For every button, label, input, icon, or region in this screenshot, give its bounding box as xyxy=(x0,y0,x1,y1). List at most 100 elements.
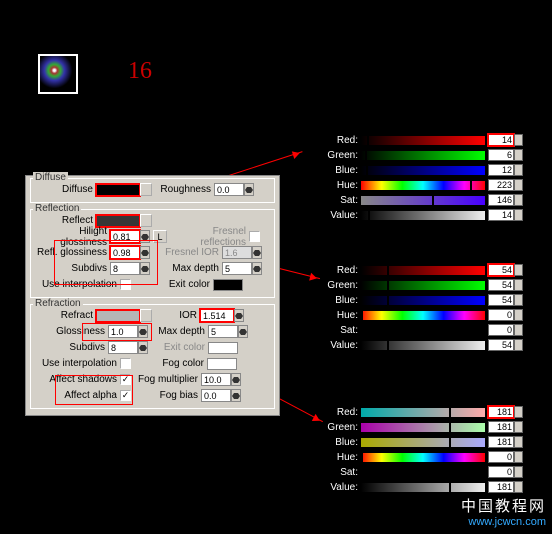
picker-value[interactable]: 54 xyxy=(488,294,514,306)
rgloss-input[interactable]: 0.98 xyxy=(110,246,140,259)
picker-slider[interactable] xyxy=(360,210,486,221)
useint2-checkbox[interactable] xyxy=(120,358,131,369)
picker-value[interactable]: 54 xyxy=(488,339,514,351)
picker-value[interactable]: 223 xyxy=(488,179,514,191)
picker-spinner[interactable] xyxy=(514,194,523,206)
picker-spinner[interactable] xyxy=(514,339,523,351)
diffuse-swatch[interactable] xyxy=(96,184,140,196)
picker-spinner[interactable] xyxy=(514,179,523,191)
picker-spinner[interactable] xyxy=(514,149,523,161)
fresnel-checkbox[interactable] xyxy=(249,231,260,242)
picker-slider[interactable] xyxy=(360,135,486,146)
picker-slider[interactable] xyxy=(360,437,486,448)
picker-slider[interactable] xyxy=(360,180,486,191)
picker-value[interactable]: 12 xyxy=(488,164,514,176)
picker-value[interactable]: 14 xyxy=(488,134,514,146)
picker-slider[interactable] xyxy=(360,452,486,463)
picker-value[interactable]: 181 xyxy=(488,436,514,448)
picker-spinner[interactable] xyxy=(514,481,523,493)
ior-spinner[interactable] xyxy=(234,309,244,322)
picker-spinner[interactable] xyxy=(514,436,523,448)
picker-spinner[interactable] xyxy=(514,164,523,176)
gloss-spinner[interactable] xyxy=(138,325,148,338)
picker-slider[interactable] xyxy=(360,195,486,206)
picker-value[interactable]: 0 xyxy=(488,324,514,336)
fogc-swatch[interactable] xyxy=(207,358,237,370)
aalpha-label: Affect alpha xyxy=(34,390,120,401)
maxd2-spinner[interactable] xyxy=(238,325,248,338)
ashadows-label: Affect shadows xyxy=(34,374,120,385)
diffuse-map-button[interactable] xyxy=(140,183,152,196)
fogm-input[interactable]: 10.0 xyxy=(201,373,231,386)
picker-value[interactable]: 181 xyxy=(488,406,514,418)
rgloss-spinner[interactable] xyxy=(140,246,150,259)
picker-spinner[interactable] xyxy=(514,324,523,336)
maxd2-input[interactable]: 5 xyxy=(208,325,238,338)
gloss-input[interactable]: 1.0 xyxy=(108,325,138,338)
hgloss-input[interactable]: 0.81 xyxy=(110,230,140,243)
subdivs2-label: Subdivs xyxy=(34,342,108,353)
picker-value[interactable]: 0 xyxy=(488,466,514,478)
picker-slider[interactable] xyxy=(360,150,486,161)
picker-spinner[interactable] xyxy=(514,209,523,221)
picker-slider[interactable] xyxy=(360,310,486,321)
ashadows-checkbox[interactable]: ✓ xyxy=(120,374,131,385)
picker-value[interactable]: 181 xyxy=(488,481,514,493)
maxd-spinner[interactable] xyxy=(252,262,262,275)
picker-slider[interactable] xyxy=(360,265,486,276)
picker-slider[interactable] xyxy=(360,467,486,478)
picker-spinner[interactable] xyxy=(514,134,523,146)
picker-label: Green: xyxy=(318,280,360,291)
picker-value[interactable]: 181 xyxy=(488,421,514,433)
refract-map-button[interactable] xyxy=(140,309,152,322)
step-number: 16 xyxy=(128,58,152,85)
picker-slider[interactable] xyxy=(360,340,486,351)
picker-value[interactable]: 14 xyxy=(488,209,514,221)
picker-value[interactable]: 146 xyxy=(488,194,514,206)
subdivs2-input[interactable]: 8 xyxy=(108,341,138,354)
picker-slider[interactable] xyxy=(360,325,486,336)
picker-spinner[interactable] xyxy=(514,294,523,306)
useint-checkbox[interactable] xyxy=(120,279,131,290)
fogb-spinner[interactable] xyxy=(231,389,241,402)
subdivs2-spinner[interactable] xyxy=(138,341,148,354)
fogb-input[interactable]: 0.0 xyxy=(201,389,231,402)
hgloss-spinner[interactable] xyxy=(140,230,150,243)
subdivs-input[interactable]: 8 xyxy=(110,262,140,275)
picker-spinner[interactable] xyxy=(514,466,523,478)
picker-slider[interactable] xyxy=(360,280,486,291)
maxd-input[interactable]: 5 xyxy=(222,262,252,275)
picker-label: Green: xyxy=(318,150,360,161)
reflect-map-button[interactable] xyxy=(140,214,152,227)
ior-input[interactable]: 1.514 xyxy=(200,309,234,322)
picker-value[interactable]: 54 xyxy=(488,264,514,276)
picker-slider[interactable] xyxy=(360,295,486,306)
subdivs-label: Subdivs xyxy=(34,263,110,274)
picker-value[interactable]: 54 xyxy=(488,279,514,291)
fogm-spinner[interactable] xyxy=(231,373,241,386)
picker-spinner[interactable] xyxy=(514,421,523,433)
picker-row: Blue:181 xyxy=(318,435,523,449)
picker-value[interactable]: 6 xyxy=(488,149,514,161)
subdivs-spinner[interactable] xyxy=(140,262,150,275)
picker-spinner[interactable] xyxy=(514,309,523,321)
aalpha-checkbox[interactable]: ✓ xyxy=(120,390,131,401)
picker-slider[interactable] xyxy=(360,165,486,176)
roughness-spinner[interactable] xyxy=(244,183,254,196)
picker-value[interactable]: 0 xyxy=(488,309,514,321)
picker-spinner[interactable] xyxy=(514,451,523,463)
exitc-swatch[interactable] xyxy=(213,279,243,291)
picker-spinner[interactable] xyxy=(514,406,523,418)
l-button[interactable]: L xyxy=(153,230,167,243)
picker-slider[interactable] xyxy=(360,407,486,418)
group-reflection: Reflection Reflect Hilight glossiness 0.… xyxy=(30,209,275,298)
picker-slider[interactable] xyxy=(360,422,486,433)
picker-value[interactable]: 0 xyxy=(488,451,514,463)
exitc-label: Exit color xyxy=(131,279,213,290)
picker-slider[interactable] xyxy=(360,482,486,493)
roughness-input[interactable]: 0.0 xyxy=(214,183,244,196)
refract-swatch[interactable] xyxy=(96,310,140,322)
picker-spinner[interactable] xyxy=(514,279,523,291)
picker-spinner[interactable] xyxy=(514,264,523,276)
picker-label: Value: xyxy=(318,210,360,221)
